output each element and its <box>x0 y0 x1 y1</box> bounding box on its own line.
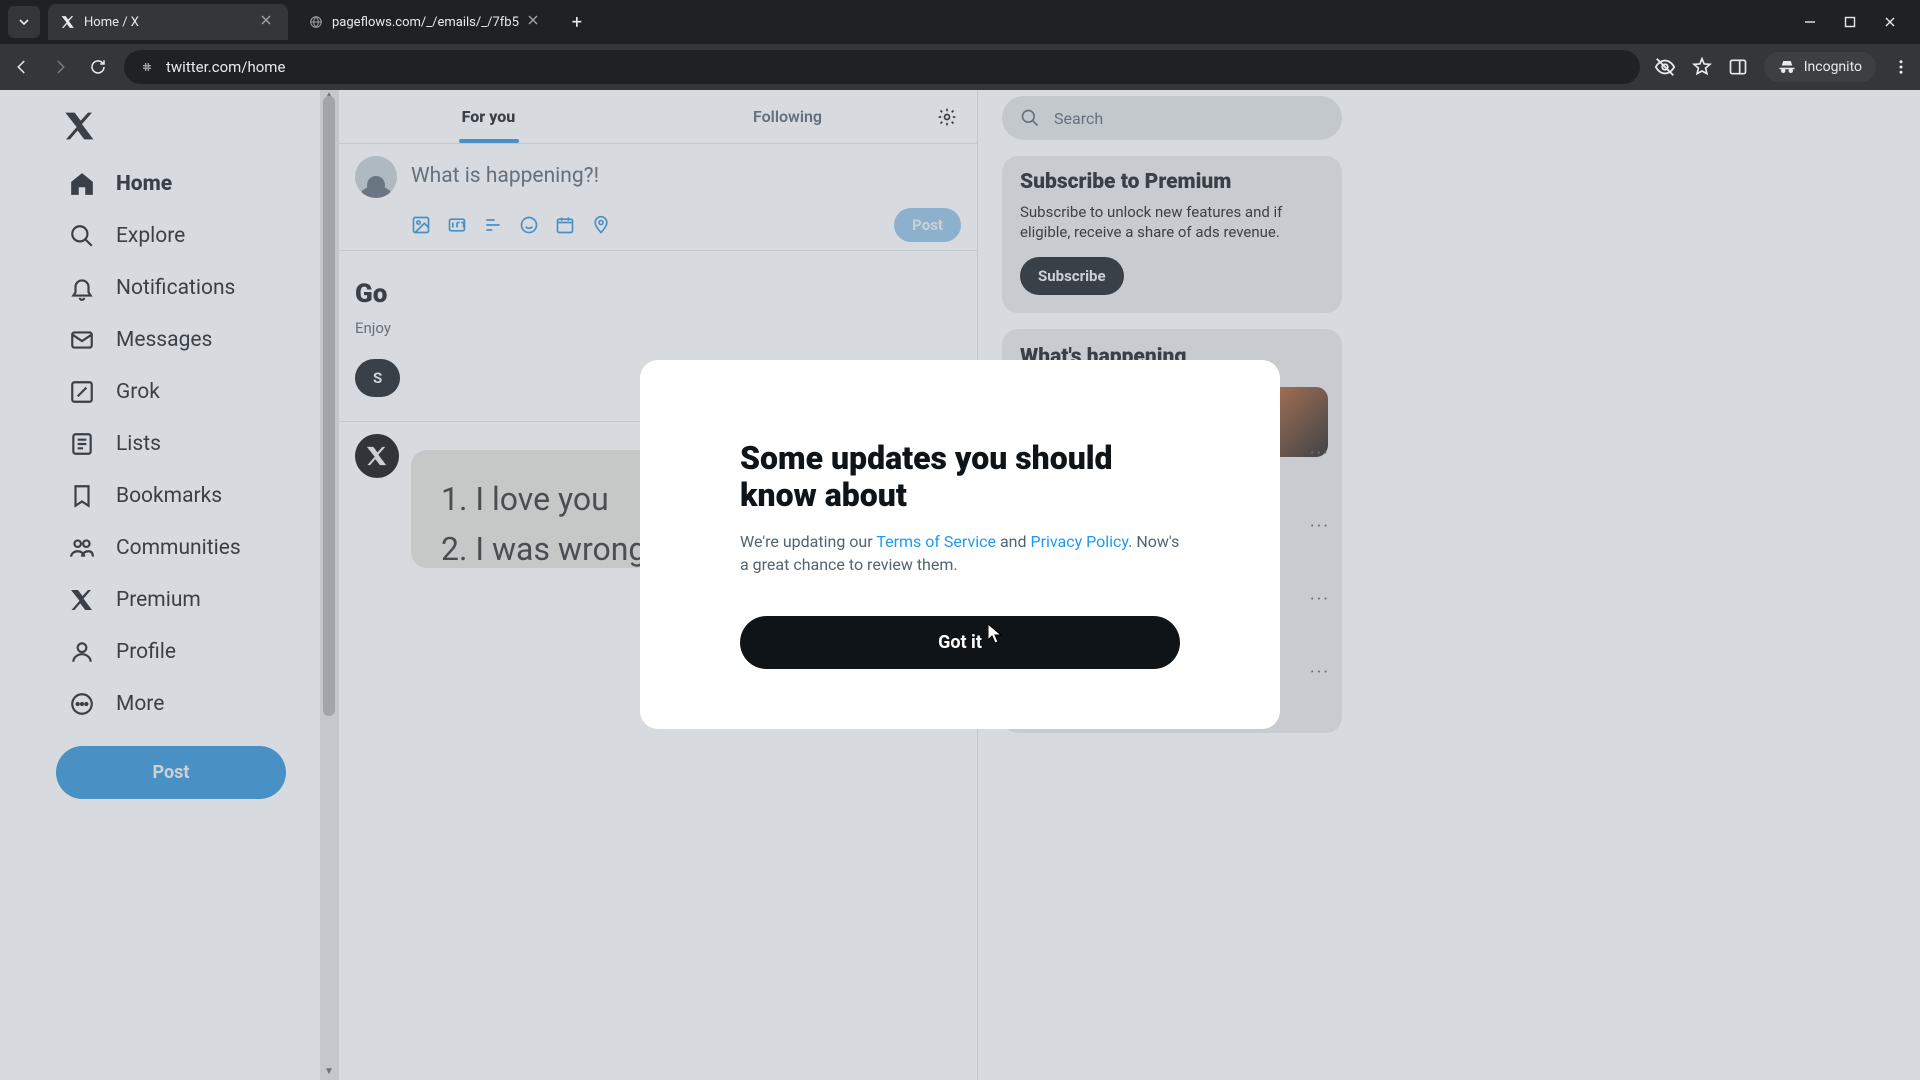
cursor-icon <box>988 624 1004 644</box>
tab-bar: Home / X pageflows.com/_/emails/_/7fb5 + <box>0 0 1920 44</box>
bookmark-star-icon[interactable] <box>1692 57 1712 77</box>
incognito-badge[interactable]: Incognito <box>1764 52 1876 82</box>
reload-button[interactable] <box>86 55 110 79</box>
modal-backdrop[interactable]: Some updates you should know about We're… <box>0 90 1920 1080</box>
incognito-label: Incognito <box>1804 59 1862 75</box>
globe-icon <box>308 14 324 30</box>
kebab-menu-icon[interactable] <box>1892 58 1910 76</box>
address-bar: twitter.com/home Incognito <box>0 44 1920 90</box>
back-button[interactable] <box>10 55 34 79</box>
x-favicon-icon <box>60 14 76 30</box>
close-window-button[interactable] <box>1880 12 1900 32</box>
browser-chrome: Home / X pageflows.com/_/emails/_/7fb5 + <box>0 0 1920 90</box>
modal-title: Some updates you should know about <box>740 440 1180 514</box>
browser-tab-active[interactable]: Home / X <box>48 4 288 40</box>
privacy-link[interactable]: Privacy Policy <box>1030 532 1128 551</box>
url-input[interactable]: twitter.com/home <box>124 50 1640 84</box>
url-text: twitter.com/home <box>166 58 285 76</box>
eye-off-icon[interactable] <box>1654 56 1676 78</box>
updates-modal: Some updates you should know about We're… <box>640 360 1280 729</box>
maximize-button[interactable] <box>1840 12 1860 32</box>
new-tab-button[interactable]: + <box>563 8 591 36</box>
tab-title: pageflows.com/_/emails/_/7fb5 <box>332 15 519 30</box>
side-panel-icon[interactable] <box>1728 57 1748 77</box>
modal-body: We're updating our Terms of Service and … <box>740 530 1180 576</box>
window-controls <box>1800 12 1912 32</box>
site-info-icon[interactable] <box>138 58 156 76</box>
tab-close-button[interactable] <box>260 14 276 30</box>
minimize-button[interactable] <box>1800 12 1820 32</box>
browser-tab[interactable]: pageflows.com/_/emails/_/7fb5 <box>296 4 555 40</box>
chevron-down-icon <box>18 16 30 28</box>
tab-title: Home / X <box>84 15 139 30</box>
tab-search-button[interactable] <box>8 6 40 38</box>
tab-close-button[interactable] <box>527 14 543 30</box>
got-it-button[interactable]: Got it <box>740 616 1180 669</box>
forward-button[interactable] <box>48 55 72 79</box>
tos-link[interactable]: Terms of Service <box>876 532 996 551</box>
incognito-icon <box>1778 58 1796 76</box>
modal-button-label: Got it <box>938 632 982 653</box>
